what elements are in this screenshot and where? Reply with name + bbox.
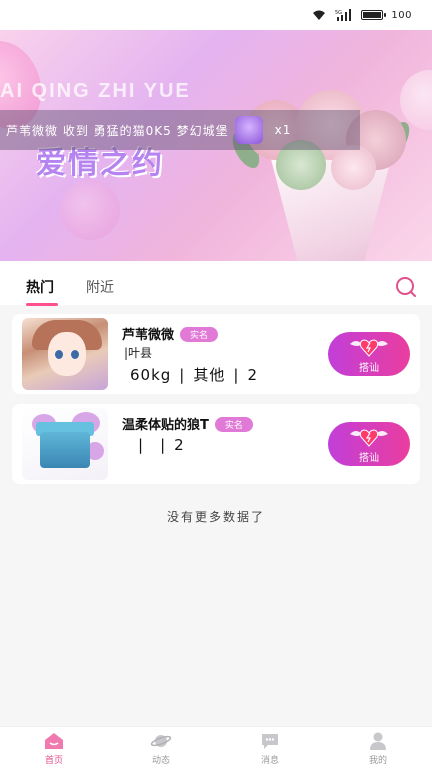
bottom-nav: 首页 动态 消息 我的 [0, 726, 432, 768]
planet-icon [150, 735, 172, 747]
nav-messages[interactable]: 消息 [240, 731, 300, 766]
battery-icon [361, 10, 387, 20]
search-icon[interactable] [394, 275, 418, 299]
nav-home[interactable]: 首页 [24, 731, 84, 766]
no-more-data-text: 没有更多数据了 [166, 510, 265, 524]
greet-button[interactable]: 搭讪 [328, 422, 410, 466]
nav-profile[interactable]: 我的 [348, 731, 408, 766]
bouquet-image [227, 70, 416, 261]
battery-text: 100 [391, 9, 412, 21]
user-card[interactable]: 温柔体贴的狼T 实名 | | 2 搭讪 [12, 404, 420, 484]
nav-moments[interactable]: 动态 [131, 731, 191, 766]
user-meta: 60kg | 其他 | 2 [130, 366, 258, 384]
gift-notice-bar: 芦苇微微 收到 勇猛的猫0K5 梦幻城堡 x1 [0, 110, 360, 150]
winged-heart-icon [350, 339, 388, 357]
banner-subtitle: AI QING ZHI YUE [0, 80, 191, 102]
signal-icon: 5G [335, 9, 353, 21]
winged-heart-icon [350, 429, 388, 447]
chat-bubble-icon [262, 734, 278, 749]
nav-messages-label: 消息 [260, 756, 279, 766]
home-icon [45, 733, 63, 749]
user-name: 芦苇微微 [122, 328, 175, 343]
user-card[interactable]: 芦苇微微 实名 |叶县 60kg | 其他 | 2 搭讪 [12, 314, 420, 394]
banner[interactable]: AI QING ZHI YUE 爱情之约 芦苇微微 收到 勇猛的猫0K5 梦幻城… [0, 30, 432, 261]
battery-fill [363, 12, 382, 18]
avatar[interactable] [22, 408, 108, 480]
person-icon [370, 732, 386, 750]
avatar[interactable] [22, 318, 108, 390]
verified-badge: 实名 [214, 417, 253, 432]
castle-gift-icon [234, 116, 263, 144]
user-weight: 60kg [130, 366, 172, 384]
wifi-icon [311, 9, 327, 21]
user-location: |叶县 [124, 346, 153, 360]
tab-nearby[interactable]: 附近 [86, 277, 114, 297]
nav-home-label: 首页 [44, 756, 63, 766]
status-icons: 5G 100 [311, 7, 412, 23]
user-name: 温柔体贴的狼T [122, 418, 209, 433]
nav-moments-label: 动态 [151, 756, 170, 766]
user-number: 2 [174, 436, 185, 454]
decor-heart [60, 180, 120, 240]
user-meta: | | 2 [138, 436, 185, 454]
verified-badge: 实名 [180, 327, 219, 342]
user-occupation: 其他 [193, 366, 226, 384]
user-name-row: 芦苇微微 实名 [122, 324, 219, 343]
tab-hot[interactable]: 热门 [26, 277, 58, 306]
gift-notice-text: 芦苇微微 收到 勇猛的猫0K5 梦幻城堡 [6, 123, 229, 138]
user-number: 2 [247, 366, 258, 384]
status-bar: 5G 100 [0, 0, 432, 30]
tab-bar: 热门 附近 [0, 261, 432, 306]
greet-button-label: 搭讪 [359, 363, 379, 374]
gift-count: x1 [274, 123, 292, 137]
greet-button-label: 搭讪 [359, 453, 379, 464]
nav-profile-label: 我的 [368, 756, 387, 766]
user-name-row: 温柔体贴的狼T 实名 [122, 414, 253, 433]
greet-button[interactable]: 搭讪 [328, 332, 410, 376]
